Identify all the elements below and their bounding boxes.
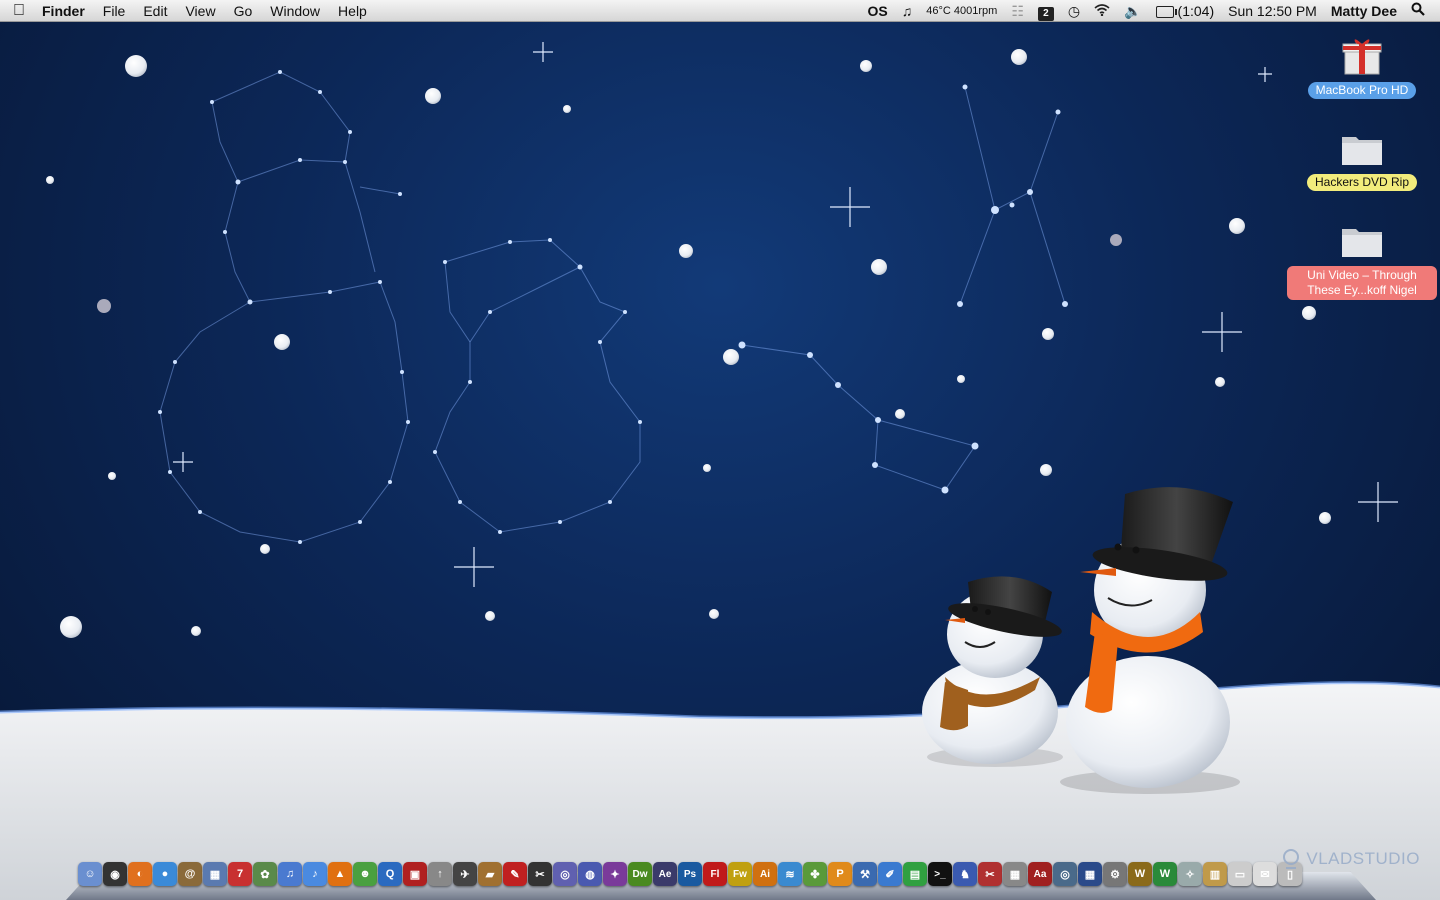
dock-photobooth-icon[interactable]: ▣ bbox=[403, 862, 427, 886]
os-menu-extra[interactable]: OS bbox=[861, 0, 895, 22]
dock-flickr-uploadr-icon[interactable]: ↑ bbox=[428, 862, 452, 886]
menu-file[interactable]: File bbox=[94, 0, 135, 22]
dock-wow-patch-icon[interactable]: W bbox=[1153, 862, 1177, 886]
vladstudio-watermark: VLADSTUDIO bbox=[1280, 848, 1420, 870]
dock-mail-stack-icon[interactable]: ✉ bbox=[1253, 862, 1277, 886]
dock-fireworks-icon[interactable]: Fw bbox=[728, 862, 752, 886]
constellation-lines bbox=[159, 71, 1066, 543]
dock-terminal-icon[interactable]: >_ bbox=[928, 862, 952, 886]
desktop-icon-label: Uni Video – Through These Ey...koff Nige… bbox=[1287, 266, 1437, 300]
dock-items: ☺ ◉ ◐ ● @ ▦ 7 ✿ ♫ ♪ ▲ ☻ Q ▣ ↑ ✈ ▰ ✎ ✂ ◎ ◍ ✦ Dw Ae Ps Fl Fw Ai ≋ ✤ P ⚒ ✐ ▤… bbox=[78, 862, 1302, 886]
dock-dvd-studio-icon[interactable]: ◎ bbox=[553, 862, 577, 886]
dock-downloads-stack-icon[interactable]: ▭ bbox=[1228, 862, 1252, 886]
dock-after-effects-icon[interactable]: Ae bbox=[653, 862, 677, 886]
dock-firefox-icon[interactable]: ◐ bbox=[128, 862, 152, 886]
dock-vlc-icon[interactable]: ▲ bbox=[328, 862, 352, 886]
dock: ☺ ◉ ◐ ● @ ▦ 7 ✿ ♫ ♪ ▲ ☻ Q ▣ ↑ ✈ ▰ ✎ ✂ ◎ ◍ ✦ Dw Ae Ps Fl Fw Ai ≋ ✤ P ⚒ ✐ ▤… bbox=[66, 856, 1376, 900]
dock-ical-icon[interactable]: 7 bbox=[228, 862, 252, 886]
dock-illustrator-icon[interactable]: Ai bbox=[753, 862, 777, 886]
small-snowman bbox=[922, 576, 1063, 767]
temperature-fan-readout[interactable]: 46°C 4001rpm bbox=[919, 0, 1004, 22]
dock-ichat-icon[interactable]: ● bbox=[153, 862, 177, 886]
music-note-icon[interactable]: ♫ bbox=[895, 0, 920, 22]
dock-cyberduck-icon[interactable]: ✈ bbox=[453, 862, 477, 886]
dock-script-editor-icon[interactable]: ✂ bbox=[978, 862, 1002, 886]
dock-automator-icon[interactable]: ♞ bbox=[953, 862, 977, 886]
dock-color-icon[interactable]: ✦ bbox=[603, 862, 627, 886]
dock-dashboard-icon[interactable]: ◉ bbox=[103, 862, 127, 886]
spotlight-search-icon[interactable] bbox=[1404, 0, 1432, 22]
dock-addressbook-icon[interactable]: @ bbox=[178, 862, 202, 886]
dock-stuffit-icon[interactable]: ▰ bbox=[478, 862, 502, 886]
folder-icon bbox=[1339, 218, 1385, 264]
menu-view[interactable]: View bbox=[176, 0, 224, 22]
grid-menu-icon[interactable]: ☷ bbox=[1004, 0, 1031, 22]
wifi-icon[interactable] bbox=[1087, 0, 1117, 22]
dock-interface-builder-icon[interactable]: ✐ bbox=[878, 862, 902, 886]
dock-dictionary-icon[interactable]: Aa bbox=[1028, 862, 1052, 886]
battery-menu[interactable]: (1:04) bbox=[1149, 0, 1222, 22]
dock-expose-icon[interactable]: ▦ bbox=[1078, 862, 1102, 886]
menu-go[interactable]: Go bbox=[225, 0, 262, 22]
dock-dreamweaver-icon[interactable]: Dw bbox=[628, 862, 652, 886]
dock-calculator-icon[interactable]: ▦ bbox=[1003, 862, 1027, 886]
dock-iphoto-icon[interactable]: ✿ bbox=[253, 862, 277, 886]
dock-system-prefs-icon[interactable]: ⚙ bbox=[1103, 862, 1127, 886]
dock-preview-icon[interactable]: ▦ bbox=[203, 862, 227, 886]
spaces-number: 2 bbox=[1037, 6, 1054, 21]
watermark-text: VLADSTUDIO bbox=[1306, 849, 1420, 868]
folder-icon bbox=[1339, 126, 1385, 172]
dock-finder-icon[interactable]: ☺ bbox=[78, 862, 102, 886]
dock-documents-stack-icon[interactable]: ▥ bbox=[1203, 862, 1227, 886]
dock-world-of-warcraft-icon[interactable]: W bbox=[1128, 862, 1152, 886]
dock-flash-icon[interactable]: Fl bbox=[703, 862, 727, 886]
wallpaper bbox=[0, 42, 1440, 900]
dock-pages-icon[interactable]: P bbox=[828, 862, 852, 886]
dock-quicktime-icon[interactable]: Q bbox=[378, 862, 402, 886]
desktop-icon-macbook-pro-hd[interactable]: MacBook Pro HD bbox=[1287, 34, 1437, 99]
dock-itunes-install-icon[interactable]: ♫ bbox=[278, 862, 302, 886]
menu-help[interactable]: Help bbox=[329, 0, 376, 22]
apple-menu-icon[interactable]:  bbox=[0, 2, 38, 20]
dock-bridge-icon[interactable]: ✤ bbox=[803, 862, 827, 886]
dock-xcode-icon[interactable]: ⚒ bbox=[853, 862, 877, 886]
menu-clock[interactable]: Sun 12:50 PM bbox=[1221, 0, 1324, 22]
time-machine-icon[interactable]: ◷ bbox=[1061, 0, 1087, 22]
desktop-icon-label: Hackers DVD Rip bbox=[1306, 174, 1418, 191]
dock-applications-stack-icon[interactable]: ✧ bbox=[1178, 862, 1202, 886]
battery-icon bbox=[1155, 5, 1177, 18]
spaces-menu[interactable]: 2 bbox=[1031, 0, 1061, 22]
desktop-icon-hackers-dvd-rip[interactable]: Hackers DVD Rip bbox=[1287, 126, 1437, 191]
menu-edit[interactable]: Edit bbox=[134, 0, 176, 22]
desktop-icon-uni-video[interactable]: Uni Video – Through These Ey...koff Nige… bbox=[1287, 218, 1437, 300]
dock-itunes-icon[interactable]: ♪ bbox=[303, 862, 327, 886]
menu-window[interactable]: Window bbox=[261, 0, 329, 22]
dock-disk-utility-icon[interactable]: ◎ bbox=[1053, 862, 1077, 886]
dock-textmate-icon[interactable]: ✎ bbox=[503, 862, 527, 886]
dock-fcp-icon[interactable]: ✂ bbox=[528, 862, 552, 886]
vladstudio-logo-icon bbox=[1283, 849, 1300, 869]
dock-adium-icon[interactable]: ☻ bbox=[353, 862, 377, 886]
gift-drive-icon bbox=[1339, 34, 1385, 80]
desktop-icon-label: MacBook Pro HD bbox=[1307, 82, 1417, 99]
volume-icon[interactable]: 🔈 bbox=[1117, 0, 1148, 22]
battery-time: (1:04) bbox=[1177, 2, 1215, 19]
dock-activity-monitor-icon[interactable]: ▤ bbox=[903, 862, 927, 886]
menu-bar:  Finder File Edit View Go Window Help O… bbox=[0, 0, 1440, 22]
dock-photoshop-icon[interactable]: Ps bbox=[678, 862, 702, 886]
big-snowman bbox=[1060, 487, 1240, 794]
user-menu[interactable]: Matty Dee bbox=[1324, 0, 1404, 22]
desktop[interactable]: MacBook Pro HD Hackers DVD Rip Uni Video… bbox=[0, 22, 1440, 900]
menu-finder[interactable]: Finder bbox=[38, 0, 94, 22]
dock-motion-icon[interactable]: ◍ bbox=[578, 862, 602, 886]
dock-soundbooth-icon[interactable]: ≋ bbox=[778, 862, 802, 886]
